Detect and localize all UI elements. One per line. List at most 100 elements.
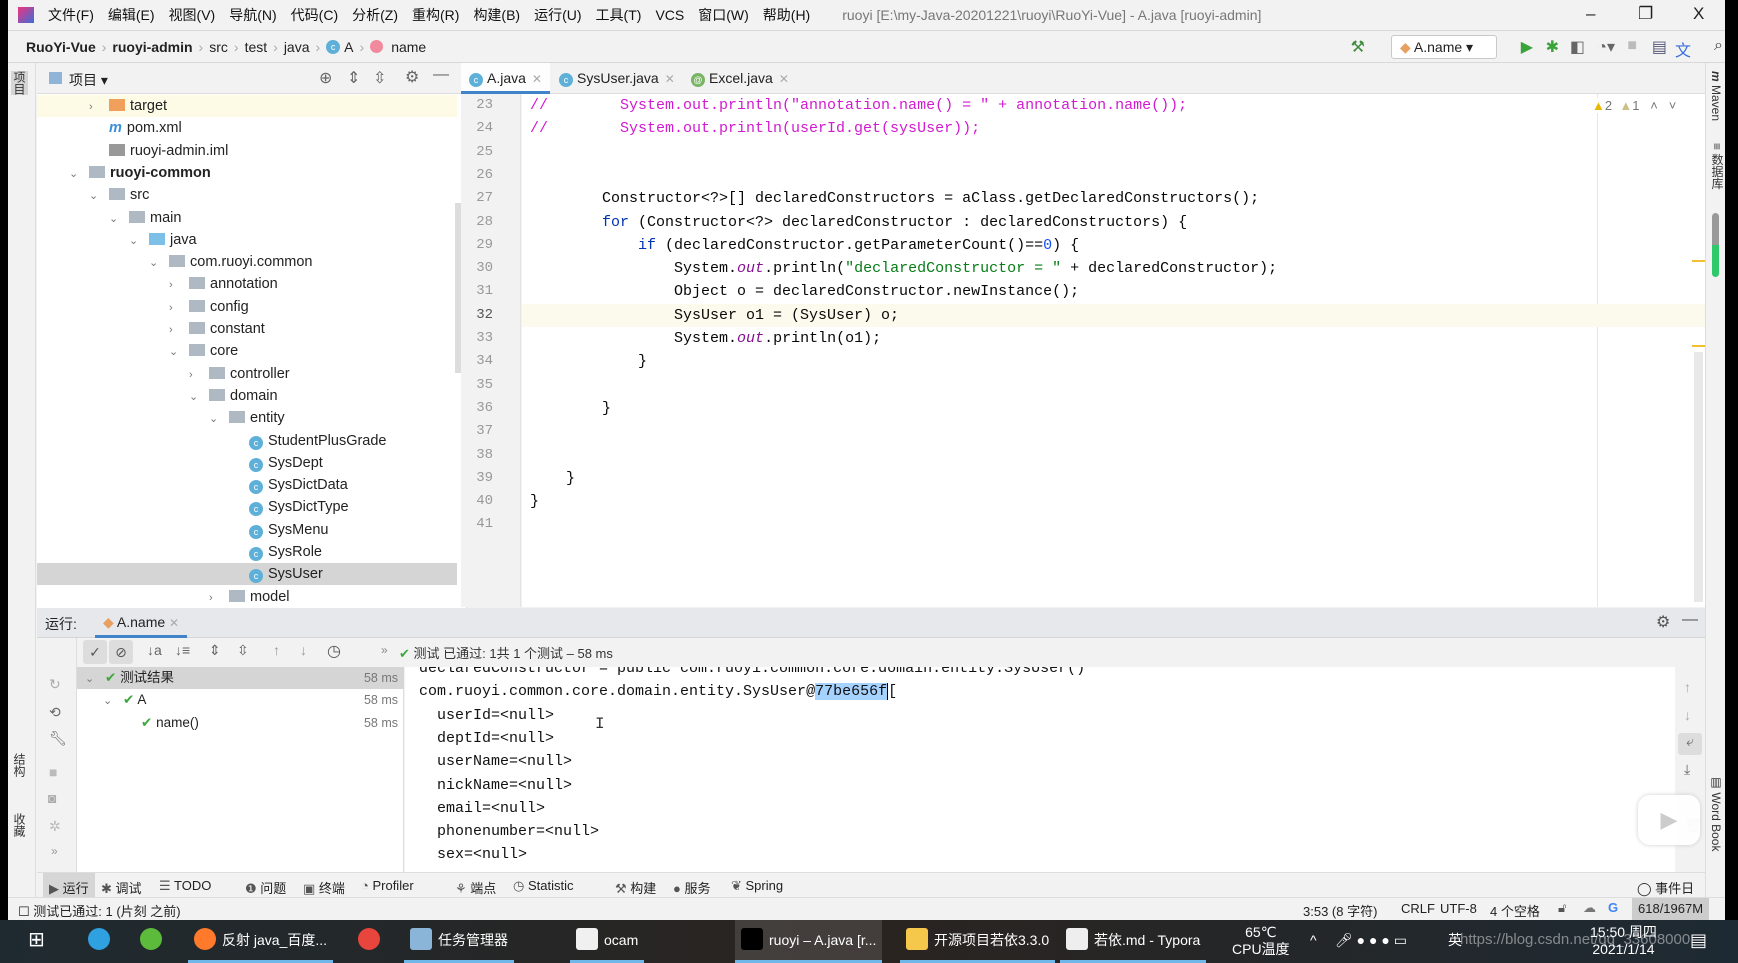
tree-item[interactable]: ruoyi-admin.iml	[37, 140, 457, 162]
selected-text[interactable]: 77be656f	[815, 683, 888, 701]
scroll-to-end-icon[interactable]: ⤓	[1684, 761, 1690, 778]
chevron-right-icon[interactable]: ›	[169, 274, 189, 296]
chevron-down-icon[interactable]: ⌄	[209, 408, 229, 430]
chevron-right-icon[interactable]: ›	[189, 364, 209, 386]
tab-a-java[interactable]: c A.java ✕	[461, 63, 550, 94]
wrench-icon[interactable]: 🔧︎	[49, 730, 67, 747]
expand-all-icon[interactable]: ⇕	[209, 642, 221, 659]
tool-window-button[interactable]: ◔ Profiler	[361, 878, 414, 893]
run-config-dropdown[interactable]: ◆ A.name ▾	[1391, 35, 1497, 59]
collapse-all-icon[interactable]: ⇳	[237, 642, 249, 659]
clock[interactable]: 15:50 周四 2021/1/14	[1590, 920, 1657, 963]
tree-item[interactable]: c SysUser	[37, 563, 457, 586]
tab-sysuser-java[interactable]: c SysUser.java ✕	[551, 63, 683, 94]
taskbar-app[interactable]: 反射 java_百度...	[188, 920, 334, 963]
notification-icon[interactable]: ▤	[1690, 920, 1707, 963]
menu-item[interactable]: 代码(C)	[291, 7, 338, 23]
warning-marker[interactable]	[1692, 345, 1705, 347]
menu-item[interactable]: 编辑(E)	[108, 7, 155, 23]
tree-item[interactable]: ⌄ java	[37, 229, 457, 251]
tree-item[interactable]: c SysMenu	[37, 519, 457, 541]
line-separator[interactable]: CRLF	[1401, 901, 1435, 916]
debug-icon[interactable]: ✱	[1546, 37, 1559, 57]
close-button[interactable]: X	[1693, 4, 1704, 24]
database-tool-tab[interactable]: ≡ 数据库	[1709, 143, 1726, 189]
breadcrumb-item[interactable]: test	[245, 39, 268, 55]
project-structure-icon[interactable]: ▤	[1652, 37, 1667, 57]
chevron-right-icon[interactable]: ›	[89, 96, 109, 118]
tool-window-button[interactable]: ⚘ 端点	[455, 878, 496, 897]
run-icon[interactable]: ▶	[1521, 37, 1533, 57]
menu-item[interactable]: 帮助(H)	[763, 7, 810, 23]
project-view-dropdown[interactable]: 项目 ▾	[69, 70, 108, 90]
tree-item[interactable]: c StudentPlusGrade	[37, 430, 457, 452]
sort-alpha-icon[interactable]: ↓a	[147, 642, 162, 658]
menu-item[interactable]: 重构(R)	[412, 7, 459, 23]
stop-icon[interactable]: ■	[49, 764, 57, 780]
wordbook-tool-tab[interactable]: ▥ Word Book	[1709, 775, 1723, 851]
tree-item[interactable]: ⌄ core	[37, 340, 457, 362]
tree-item[interactable]: ⌄ domain	[37, 385, 457, 407]
scroll-up-icon[interactable]: ↑	[1684, 679, 1691, 695]
tool-window-button[interactable]: ❶ 问题	[245, 878, 286, 897]
taskbar-app[interactable]: ruoyi – A.java [r...	[735, 920, 883, 963]
google-icon[interactable]: G	[1608, 900, 1618, 915]
tree-item[interactable]: c SysDictType	[37, 496, 457, 518]
tray-icons[interactable]: 🎤︎ ● ● ● ▭	[1335, 920, 1407, 963]
more-icon[interactable]: »	[51, 844, 58, 858]
taskbar-app[interactable]	[134, 920, 174, 963]
tree-item[interactable]: ⌄ com.ruoyi.common	[37, 251, 457, 273]
scroll-down-icon[interactable]: ↓	[1684, 707, 1691, 723]
chevron-down-icon[interactable]: ⌄	[189, 386, 209, 408]
tab-excel-java[interactable]: @ Excel.java ✕	[683, 63, 797, 94]
profile-icon[interactable]: ◔▾	[1597, 37, 1615, 57]
tool-window-button[interactable]: ⚒ 构建	[615, 878, 656, 897]
breadcrumb-item[interactable]: RuoYi-Vue	[26, 39, 96, 55]
test-node[interactable]: ⌄ ✔ A 58 ms	[77, 689, 404, 711]
camera-icon[interactable]: ◙	[48, 790, 56, 806]
locate-icon[interactable]: ⊕	[319, 68, 332, 88]
tree-item[interactable]: › annotation	[37, 273, 457, 295]
stop-icon[interactable]: ■	[1627, 37, 1637, 55]
console-output[interactable]: declaredConstructor = public com.ruoyi.c…	[405, 667, 1675, 872]
chevron-down-icon[interactable]: ⌄	[109, 208, 129, 230]
chevron-right-icon[interactable]: ›	[209, 587, 229, 609]
search-icon[interactable]: ⌕	[1714, 37, 1723, 55]
taskbar-app[interactable]	[82, 920, 122, 963]
code-editor[interactable]: ▲2 ▲1 ˄ ˅ // System.out.println("annotat…	[522, 94, 1705, 607]
rerun-failed-icon[interactable]: ↻	[49, 676, 61, 693]
tree-item[interactable]: ⌄ entity	[37, 407, 457, 429]
next-test-icon[interactable]: ↓	[300, 642, 307, 658]
coverage-icon[interactable]: ◧	[1570, 37, 1585, 57]
tree-item[interactable]: › target	[37, 95, 457, 117]
tree-item[interactable]: m pom.xml	[37, 117, 457, 139]
tree-item[interactable]: › controller	[37, 363, 457, 385]
settings-icon[interactable]: ✲	[49, 818, 61, 835]
tree-item[interactable]: c SysRole	[37, 541, 457, 563]
taskbar-app[interactable]	[352, 920, 392, 963]
gear-icon[interactable]: ⚙	[1656, 612, 1670, 632]
video-play-overlay-icon[interactable]: ▶	[1638, 795, 1700, 845]
test-node[interactable]: ⌄ ✔ 测试结果 58 ms	[77, 667, 404, 689]
menu-item[interactable]: 导航(N)	[229, 7, 276, 23]
test-node[interactable]: ✔ name() 58 ms	[77, 712, 404, 734]
show-ignored-icon[interactable]: ⊘	[109, 640, 133, 664]
previous-test-icon[interactable]: ↑	[273, 642, 280, 658]
start-button[interactable]: ⊞	[28, 920, 45, 963]
chevron-down-icon[interactable]: ⌄	[169, 341, 189, 363]
tree-item[interactable]: c SysDictData	[37, 474, 457, 496]
menu-item[interactable]: 工具(T)	[596, 7, 642, 23]
history-icon[interactable]: ◷	[327, 641, 341, 661]
tree-item[interactable]: ⌄ main	[37, 207, 457, 229]
tree-item[interactable]: c SysDept	[37, 452, 457, 474]
show-passed-icon[interactable]: ✓	[83, 640, 107, 664]
lock-icon[interactable]: 🔓︎	[1558, 900, 1566, 916]
sort-duration-icon[interactable]: ↓≡	[175, 642, 190, 658]
maven-tool-tab[interactable]: m Maven	[1709, 71, 1723, 121]
status-message[interactable]: ☐ 测试已通过: 1 (片刻 之前)	[18, 901, 181, 920]
toggle-auto-test-icon[interactable]: ⟲	[49, 704, 61, 721]
taskbar-app[interactable]: 任务管理器	[404, 920, 514, 963]
chevron-right-icon[interactable]: ›	[169, 319, 189, 341]
more-icon[interactable]: »	[381, 643, 388, 657]
breadcrumb-item[interactable]: java	[284, 39, 310, 55]
